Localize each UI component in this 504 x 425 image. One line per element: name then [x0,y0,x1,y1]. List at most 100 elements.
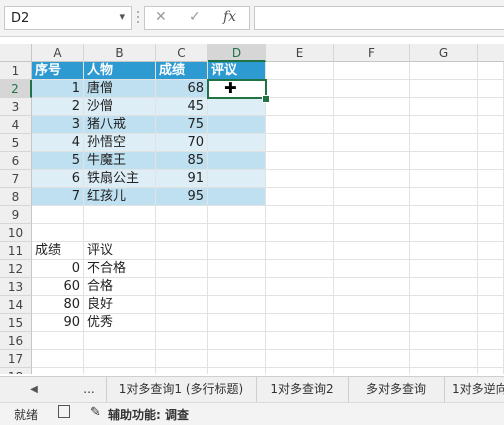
lookup-threshold-cell[interactable]: 60 [32,278,84,296]
insert-function-icon[interactable]: fx [223,9,236,25]
table-header-cell[interactable]: 人物 [84,62,156,80]
table-cell[interactable] [208,188,266,206]
status-bar: 就绪 ✎ 辅助功能: 调查 [0,402,504,425]
row-header-17[interactable]: 17 [0,350,32,368]
name-box-value: D2 [11,11,30,26]
table-cell[interactable]: 牛魔王 [84,152,156,170]
status-ready: 就绪 [14,408,39,422]
scroll-left-icon[interactable]: ◀ [24,377,44,402]
row-header-13[interactable]: 13 [0,278,32,296]
fill-handle[interactable] [262,95,270,103]
table-header-cell[interactable]: 成绩 [156,62,208,80]
tab-1-to-many-query-1[interactable]: 1对多查询1 (多行标题) [106,377,257,402]
grid-line [32,349,504,350]
row-header-12[interactable]: 12 [0,260,32,278]
lookup-threshold-cell[interactable]: 80 [32,296,84,314]
worksheet-grid[interactable]: A B C D E F G 1 2 3 4 5 6 7 8 9 10 11 12… [0,44,504,374]
column-header-e[interactable]: E [266,44,334,62]
table-cell[interactable]: 7 [32,188,84,206]
column-header-f[interactable]: F [334,44,410,62]
table-cell[interactable]: 91 [156,170,208,188]
formula-input[interactable] [254,6,504,30]
table-cell[interactable] [208,152,266,170]
column-header-d[interactable]: D [208,44,266,62]
table-cell[interactable]: 5 [32,152,84,170]
sheet-tab-bar: ◀ ... 1对多查询1 (多行标题) 1对多查询2 多对多查询 1对多逆向 [0,376,504,403]
table-cell[interactable]: 孙悟空 [84,134,156,152]
grid-line [477,62,478,374]
row-header-15[interactable]: 15 [0,314,32,332]
table-cell[interactable]: 铁扇公主 [84,170,156,188]
row-header-18[interactable]: 18 [0,368,32,374]
table-cell[interactable]: 唐僧 [84,80,156,98]
table-cell[interactable]: 95 [156,188,208,206]
table-cell[interactable]: 2 [32,98,84,116]
row-header-5[interactable]: 5 [0,134,32,152]
accessibility-icon[interactable]: ✎ [90,405,101,420]
table-cell[interactable]: 3 [32,116,84,134]
row-header-9[interactable]: 9 [0,206,32,224]
enter-icon[interactable]: ✓ [189,9,201,25]
macro-record-icon[interactable] [58,405,70,418]
accessibility-status[interactable]: 辅助功能: 调查 [108,406,189,423]
tab-many-to-many-query[interactable]: 多对多查询 [348,377,445,402]
select-all-corner[interactable] [0,44,32,62]
table-cell[interactable]: 75 [156,116,208,134]
row-header-2[interactable]: 2 [0,80,32,98]
grid-line [333,62,334,374]
chevron-down-icon[interactable]: ▾ [119,10,125,23]
row-header-16[interactable]: 16 [0,332,32,350]
grid-line [32,223,504,224]
column-header-c[interactable]: C [156,44,208,62]
grid-line [32,367,504,368]
name-box[interactable]: D2 ▾ [4,6,132,30]
table-cell[interactable] [208,116,266,134]
row-header-4[interactable]: 4 [0,116,32,134]
table-cell[interactable]: 沙僧 [84,98,156,116]
table-cell[interactable] [208,134,266,152]
table-cell[interactable] [208,170,266,188]
row-header-11[interactable]: 11 [0,242,32,260]
table-cell[interactable]: 红孩儿 [84,188,156,206]
row-header-8[interactable]: 8 [0,188,32,206]
tab-1-to-many-query-2[interactable]: 1对多查询2 [256,377,349,402]
table-cell[interactable]: 70 [156,134,208,152]
table-header-cell[interactable]: 序号 [32,62,84,80]
row-header-6[interactable]: 6 [0,152,32,170]
lookup-header-cell[interactable]: 评议 [84,242,156,260]
table-cell[interactable]: 猪八戒 [84,116,156,134]
lookup-grade-cell[interactable]: 优秀 [84,314,156,332]
lookup-grade-cell[interactable]: 不合格 [84,260,156,278]
column-header-g[interactable]: G [410,44,478,62]
table-cell[interactable] [208,98,266,116]
lookup-threshold-cell[interactable]: 90 [32,314,84,332]
row-header-10[interactable]: 10 [0,224,32,242]
table-cell[interactable]: 1 [32,80,84,98]
cursor-plus-icon: ✚ [224,79,237,97]
row-header-14[interactable]: 14 [0,296,32,314]
lookup-grade-cell[interactable]: 良好 [84,296,156,314]
row-header-3[interactable]: 3 [0,98,32,116]
table-cell[interactable]: 6 [32,170,84,188]
more-sheets-button[interactable]: ... [72,377,107,402]
row-header-1[interactable]: 1 [0,62,32,80]
drag-handle-icon[interactable] [137,11,140,27]
table-header-cell[interactable]: 评议 [208,62,266,80]
cancel-icon[interactable]: ✕ [155,9,167,25]
formula-bar: D2 ▾ ✕ ✓ fx [0,0,504,37]
formula-buttons: ✕ ✓ fx [144,6,250,30]
table-cell[interactable]: 45 [156,98,208,116]
table-cell[interactable]: 4 [32,134,84,152]
table-cell[interactable]: 85 [156,152,208,170]
lookup-threshold-cell[interactable]: 0 [32,260,84,278]
lookup-grade-cell[interactable]: 合格 [84,278,156,296]
active-cell[interactable] [207,79,267,99]
column-header-b[interactable]: B [84,44,156,62]
lookup-header-cell[interactable]: 成绩 [32,242,84,260]
tab-1-to-many-reverse[interactable]: 1对多逆向 [444,377,504,402]
column-header-a[interactable]: A [32,44,84,62]
row-header-7[interactable]: 7 [0,170,32,188]
grid-line [409,62,410,374]
column-header-h[interactable] [478,44,504,62]
table-cell[interactable]: 68 [156,80,208,98]
